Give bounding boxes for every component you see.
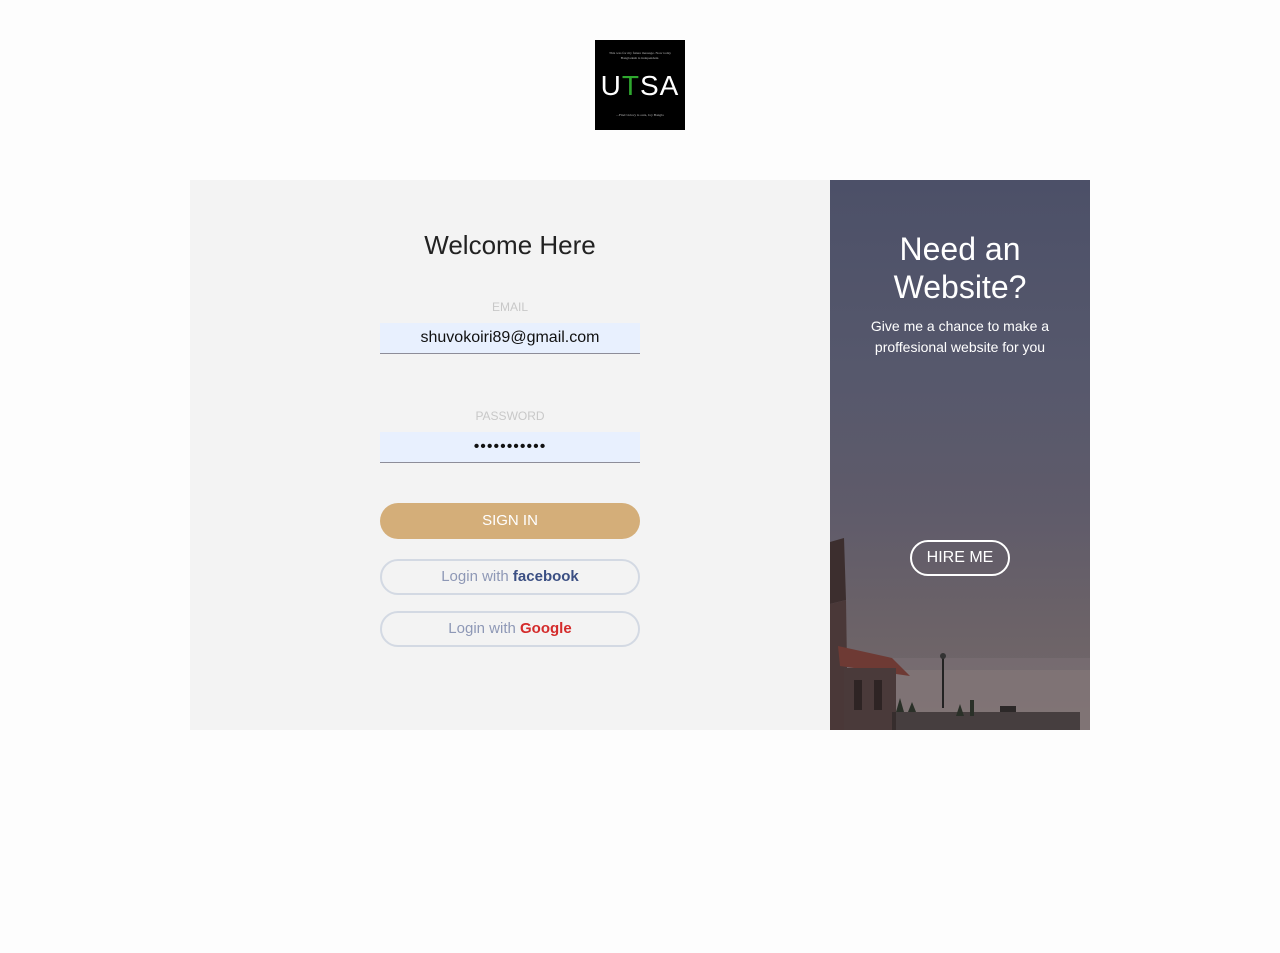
promo-panel: Need an Website? Give me a chance to make… bbox=[830, 180, 1090, 730]
logo-wordmark: UTSA bbox=[600, 70, 680, 101]
facebook-brand: facebook bbox=[512, 568, 579, 585]
login-form-panel: Welcome Here EMAIL PASSWORD SIGN IN Logi… bbox=[190, 180, 830, 730]
email-label: EMAIL bbox=[491, 300, 528, 314]
password-field[interactable] bbox=[380, 432, 640, 463]
password-label: PASSWORD bbox=[475, 409, 545, 423]
sign-in-button[interactable]: SIGN IN bbox=[380, 503, 640, 539]
promo-text: Give me a chance to make a proffesional w… bbox=[870, 318, 1050, 355]
logo-tagline-top: This was for my future message. Now toda… bbox=[608, 51, 671, 60]
hire-me-button[interactable]: HIRE ME bbox=[910, 540, 1010, 576]
email-field[interactable] bbox=[380, 323, 640, 354]
login-facebook-prefix: Login with bbox=[441, 568, 513, 585]
auth-card: Welcome Here EMAIL PASSWORD SIGN IN Logi… bbox=[190, 180, 1090, 730]
utsa-logo: This was for my future message. Now toda… bbox=[595, 40, 685, 130]
login-google-prefix: Login with bbox=[448, 620, 521, 637]
logo-tagline-bottom: ...Find victory is ours, Joy Bangla bbox=[616, 113, 664, 117]
login-google-button[interactable]: Login with Google bbox=[380, 611, 640, 647]
google-brand: Google bbox=[520, 620, 572, 637]
login-title: Welcome Here bbox=[424, 230, 596, 260]
promo-title: Need an Website? bbox=[893, 231, 1027, 305]
login-facebook-button[interactable]: Login with facebook bbox=[380, 559, 640, 595]
